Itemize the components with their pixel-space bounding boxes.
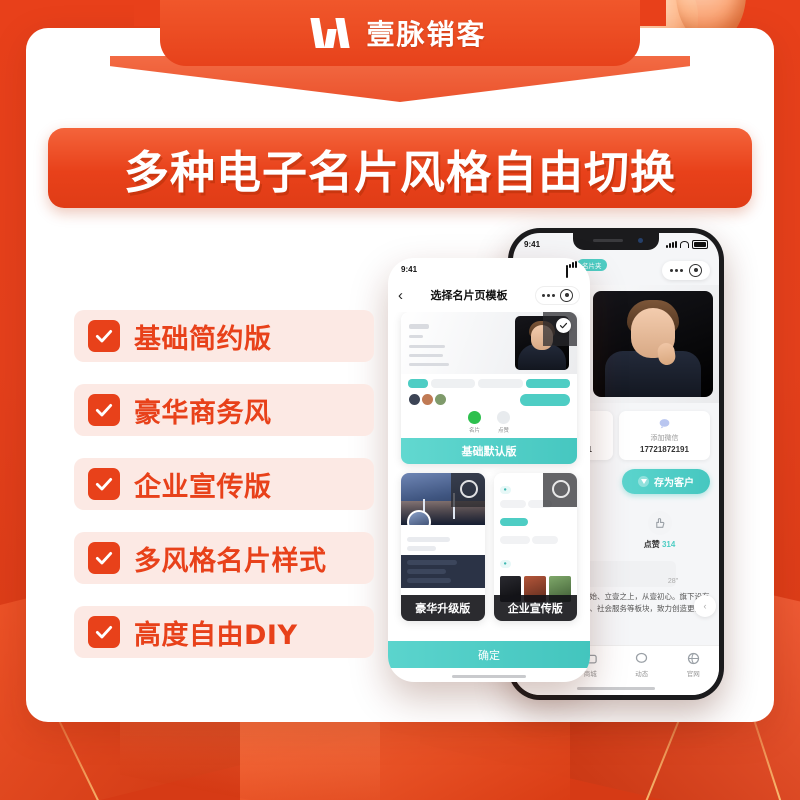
feature-item: 多风格名片样式	[74, 532, 374, 584]
save-as-customer-button[interactable]: 存为客户	[622, 469, 710, 494]
nav-label: 官网	[686, 671, 700, 678]
template-card-enterprise[interactable]: ● ● ▬▬▬ 企业宣传版	[493, 473, 577, 621]
front-phone-mockup: 9:41 ‹ 选择名片页模板 名片 点赞 基础默认版 豪华升级版 ● ● 企业宣…	[388, 258, 590, 682]
front-phone-header: ‹ 选择名片页模板	[388, 280, 590, 310]
like-action[interactable]: 点赞 314	[616, 511, 703, 550]
check-icon	[88, 468, 120, 500]
feature-label: 豪华商务风	[134, 397, 272, 429]
status-time: 9:41	[524, 239, 541, 249]
chevron-left-icon[interactable]: ‹	[694, 595, 716, 617]
wifi-icon	[680, 240, 689, 248]
feature-item: 高度自由DIY	[74, 606, 374, 658]
check-icon	[88, 320, 120, 352]
home-indicator	[577, 687, 655, 690]
feature-item: 基础简约版	[74, 310, 374, 362]
signal-icon	[666, 240, 677, 248]
page-title: 选择名片页模板	[430, 290, 508, 302]
circle-icon	[459, 480, 478, 498]
brand-ribbon: 壹脉销客	[134, 0, 666, 66]
thumbs-up-icon	[647, 511, 672, 535]
circle-icon	[552, 480, 570, 498]
template-list[interactable]: 名片 点赞 基础默认版 豪华升级版 ● ● 企业宣传版	[388, 312, 590, 636]
w-mark-logo	[310, 18, 353, 48]
action-label: 添加微信	[650, 435, 679, 442]
mini-label: 点赞 314	[643, 540, 676, 549]
template-label: 豪华升级版	[401, 595, 485, 621]
feature-label: 基础简约版	[134, 323, 272, 355]
more-dots-icon[interactable]	[670, 268, 683, 272]
nav-item-website[interactable]: 官网	[668, 651, 720, 678]
template-label: 基础默认版	[401, 438, 577, 464]
check-icon	[88, 616, 120, 648]
template-card-basic[interactable]: 名片 点赞 基础默认版	[401, 312, 577, 464]
globe-icon	[686, 651, 701, 666]
wechat-action[interactable]: 添加微信 17721872191	[619, 411, 710, 460]
feature-label: 企业宣传版	[134, 471, 272, 503]
nav-item-feed[interactable]: 动态	[616, 651, 668, 678]
status-bar: 9:41	[388, 258, 590, 280]
battery-icon	[692, 239, 708, 249]
battery-icon	[566, 267, 568, 278]
feature-label: 多风格名片样式	[134, 545, 327, 577]
headline-text: 多种电子名片风格自由切换	[123, 145, 676, 199]
headline-banner: 多种电子名片风格自由切换	[48, 128, 752, 208]
audio-duration: 28"	[667, 578, 679, 585]
feature-item: 豪华商务风	[74, 384, 374, 436]
more-dots-icon[interactable]	[542, 293, 555, 297]
back-phone-menu[interactable]	[662, 260, 710, 280]
save-button-label: 存为客户	[654, 478, 694, 489]
status-time: 9:41	[401, 264, 418, 274]
confirm-label: 确定	[478, 649, 500, 662]
promo-poster: 壹脉销客 多种电子名片风格自由切换 基础简约版 豪华商务风 企业宣传版 多风格名…	[0, 0, 800, 800]
wechat-icon	[658, 417, 671, 430]
nav-label: 动态	[635, 671, 649, 678]
save-as-customer-button[interactable]	[520, 393, 570, 406]
target-icon[interactable]	[689, 263, 702, 277]
target-icon[interactable]	[560, 288, 573, 302]
feed-icon	[634, 651, 649, 666]
feature-item: 企业宣传版	[74, 458, 374, 510]
section-tag: ●	[499, 486, 511, 494]
check-circle-icon	[556, 318, 571, 333]
check-icon	[88, 542, 120, 574]
confirm-button[interactable]: 确定	[388, 641, 590, 668]
template-label: 企业宣传版	[493, 595, 577, 621]
like-count: 314	[661, 540, 676, 549]
portrait-photo	[593, 291, 713, 397]
download-icon	[638, 476, 649, 487]
action-value: 17721872191	[640, 445, 689, 454]
template-card-luxury[interactable]: 豪华升级版	[401, 473, 485, 621]
feature-label: 高度自由DIY	[134, 619, 298, 651]
feature-list: 基础简约版 豪华商务风 企业宣传版 多风格名片样式 高度自由DIY	[74, 310, 374, 680]
check-icon	[88, 394, 120, 426]
front-phone-menu[interactable]	[535, 285, 580, 305]
section-tag: ●	[499, 560, 511, 568]
brand-name: 壹脉销客	[366, 18, 487, 51]
status-bar: 9:41	[513, 233, 719, 255]
home-indicator	[452, 675, 526, 678]
